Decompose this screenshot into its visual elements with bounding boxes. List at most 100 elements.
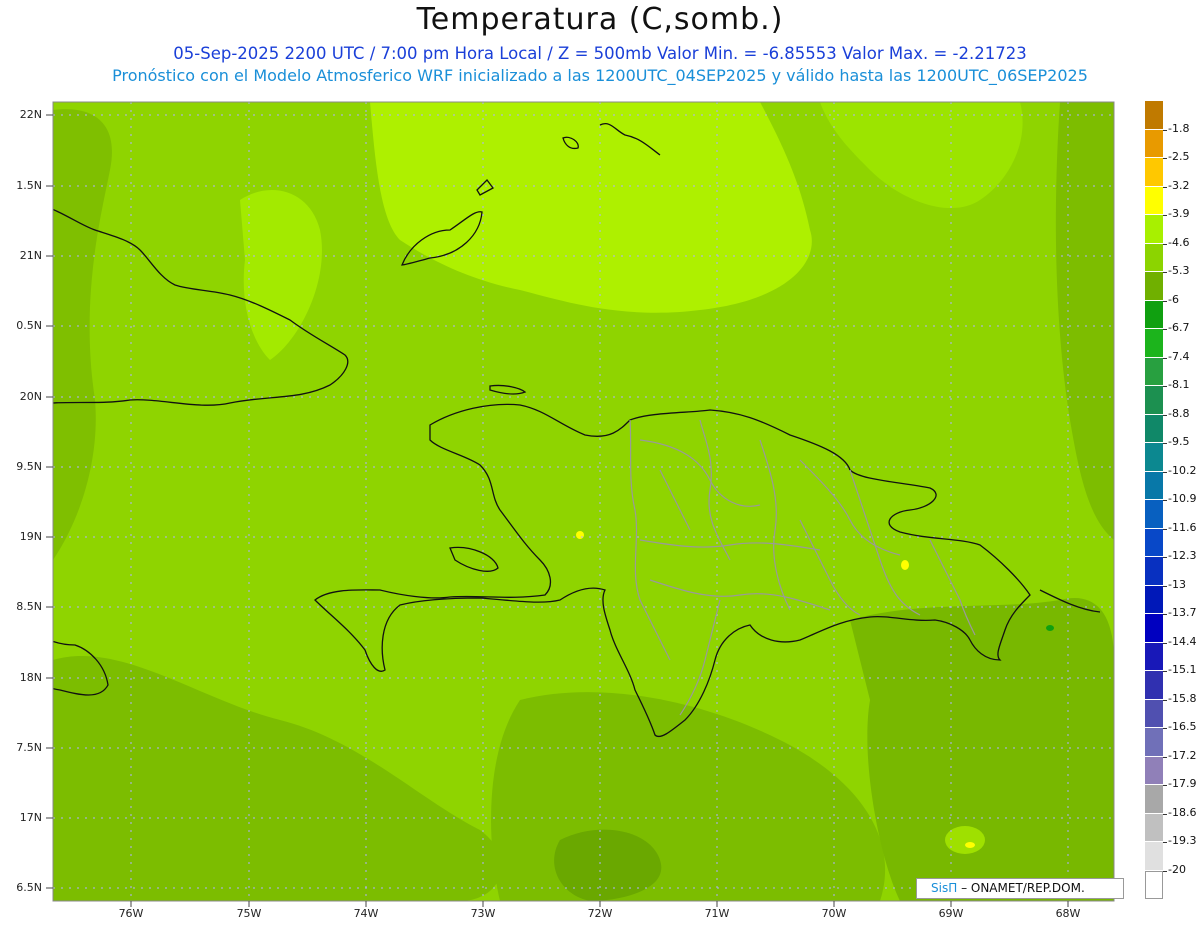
colorbar-segment — [1145, 813, 1163, 842]
colorbar-tick — [1163, 272, 1167, 273]
colorbar-segment — [1145, 215, 1163, 244]
colorbar-tick — [1163, 158, 1167, 159]
temperature-map — [46, 101, 1115, 907]
colorbar-segment — [1145, 557, 1163, 586]
colorbar-segment — [1145, 614, 1163, 643]
colorbar-tick — [1163, 557, 1167, 558]
colorbar-segment — [1145, 471, 1163, 500]
colorbar-tick — [1163, 471, 1167, 473]
colorbar-tick — [1163, 813, 1167, 815]
colorbar-label: -16.5 — [1168, 720, 1197, 733]
colorbar-label: -14.4 — [1168, 634, 1197, 648]
colorbar-label: -15.8 — [1168, 691, 1197, 705]
lat-label: 17N — [19, 811, 42, 824]
colorbar-label: -8.8 — [1168, 406, 1190, 420]
lat-label: 0.5N — [16, 319, 42, 332]
colorbar-label: -11.6 — [1168, 520, 1197, 534]
colorbar-tick — [1163, 443, 1167, 444]
colorbar-segment — [1145, 671, 1163, 700]
colorbar-tick — [1163, 870, 1167, 872]
colorbar-tick — [1163, 528, 1167, 530]
colorbar-segment — [1145, 414, 1163, 443]
colorbar-segment — [1145, 158, 1163, 187]
colorbar-tick — [1163, 642, 1167, 644]
colorbar-tick — [1163, 357, 1167, 359]
colorbar-label: -12.3 — [1168, 549, 1197, 562]
colorbar-label: -20 — [1168, 862, 1186, 876]
colorbar-tick — [1163, 671, 1167, 672]
lat-label: 1.5N — [16, 179, 42, 192]
colorbar-tick — [1163, 414, 1167, 416]
colorbar-tick — [1163, 300, 1167, 302]
colorbar-segment — [1145, 528, 1163, 557]
colorbar-segment — [1145, 101, 1163, 130]
colorbar-tick — [1163, 186, 1167, 188]
colorbar-segment — [1145, 585, 1163, 614]
colorbar-tick — [1163, 699, 1167, 701]
colorbar-segment — [1145, 329, 1163, 358]
lat-label: 8.5N — [16, 600, 42, 613]
colorbar-label: -19.3 — [1168, 834, 1197, 847]
lon-label: 71W — [704, 907, 730, 920]
colorbar-label: -8.1 — [1168, 378, 1190, 391]
colorbar-label: -17.2 — [1168, 748, 1197, 762]
colorbar-tick — [1163, 500, 1167, 501]
lat-label: 6.5N — [16, 881, 42, 894]
colorbar-tick — [1163, 243, 1167, 245]
colorbar-segment — [1145, 756, 1163, 785]
colorbar-label: -3.2 — [1168, 178, 1190, 192]
lat-label: 7.5N — [16, 741, 42, 754]
lon-label: 76W — [118, 907, 144, 920]
colorbar-label: -6 — [1168, 292, 1179, 306]
colorbar-label: -6.7 — [1168, 321, 1190, 334]
colorbar-label: -3.9 — [1168, 207, 1190, 220]
colorbar-label: -1.8 — [1168, 121, 1190, 135]
colorbar-label: -5.3 — [1168, 264, 1190, 277]
colorbar-segment — [1145, 186, 1163, 215]
colorbar-segment — [1145, 500, 1163, 529]
colorbar-label: -10.2 — [1168, 463, 1197, 477]
colorbar-tick — [1163, 585, 1167, 587]
lon-label: 69W — [938, 907, 964, 920]
credit-box: SisΠ – ONAMET/REP.DOM. — [916, 878, 1124, 899]
lat-label: 18N — [19, 671, 42, 684]
credit-text: – ONAMET/REP.DOM. — [961, 881, 1085, 895]
colorbar-segment — [1145, 785, 1163, 814]
lat-label: 22N — [19, 108, 42, 121]
colorbar-tick — [1163, 842, 1167, 843]
colorbar-tick — [1163, 129, 1167, 131]
lon-label: 75W — [236, 907, 262, 920]
colorbar-label: -4.6 — [1168, 235, 1190, 249]
colorbar-label: -17.9 — [1168, 777, 1197, 790]
lon-label: 74W — [353, 907, 379, 920]
colorbar-segment — [1145, 300, 1163, 329]
colorbar-label: -2.5 — [1168, 150, 1190, 163]
colorbar-tick — [1163, 756, 1167, 758]
colorbar-tick — [1163, 329, 1167, 330]
colorbar-segment — [1145, 357, 1163, 386]
colorbar-tick — [1163, 215, 1167, 216]
colorbar-tick — [1163, 614, 1167, 615]
lon-label: 68W — [1055, 907, 1081, 920]
colorbar-segment — [1145, 642, 1163, 671]
colorbar-label: -18.6 — [1168, 805, 1197, 819]
colorbar-label: -7.4 — [1168, 349, 1190, 363]
cool-region-east — [850, 598, 1114, 901]
colorbar-segment — [1145, 842, 1163, 871]
colorbar-tick — [1163, 386, 1167, 387]
lon-label: 72W — [587, 907, 613, 920]
colorbar-segment — [1145, 699, 1163, 728]
colorbar-tick — [1163, 785, 1167, 786]
colorbar-segment — [1145, 386, 1163, 415]
colorbar-segment — [1145, 243, 1163, 272]
colorbar-label: -15.1 — [1168, 663, 1197, 676]
lat-label: 19N — [19, 530, 42, 543]
colorbar-segment — [1145, 129, 1163, 158]
colorbar-label: -9.5 — [1168, 435, 1190, 448]
colorbar-segment — [1145, 728, 1163, 757]
colorbar-label: -13 — [1168, 577, 1186, 591]
lon-label: 73W — [470, 907, 496, 920]
colorbar-label: -10.9 — [1168, 492, 1197, 505]
lat-label: 9.5N — [16, 460, 42, 473]
lat-label: 21N — [19, 249, 42, 262]
